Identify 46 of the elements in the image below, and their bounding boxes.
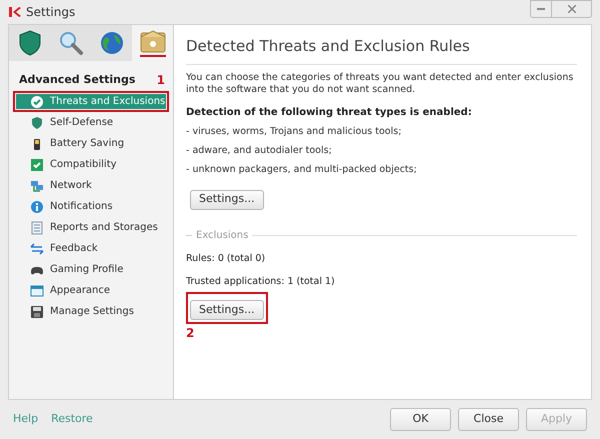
page-title: Detected Threats and Exclusion Rules (186, 35, 577, 64)
sidebar-item[interactable]: Reports and Storages (16, 220, 166, 235)
close-button[interactable] (552, 0, 592, 18)
network-icon (30, 178, 44, 192)
annotation-number: 2 (186, 325, 194, 342)
sidebar-item[interactable]: Feedback (16, 241, 166, 256)
sidebar-item[interactable]: Battery Saving (16, 136, 166, 151)
description-text: You can choose the categories of threats you want detected and enter exclusions into the software that you do not want scanned. (186, 72, 574, 96)
threat-type-text: - adware, and autodialer tools; (186, 144, 333, 158)
checkbox-icon (30, 158, 44, 172)
settings-button[interactable]: Settings... (190, 190, 264, 210)
detection-heading: Detection of the following threat types is enabled: (186, 106, 473, 120)
dialog-button[interactable]: OK (390, 408, 451, 431)
sidebar-item[interactable]: Notifications (16, 199, 166, 214)
minimize-icon (537, 8, 545, 10)
exclusions-legend: Exclusions (196, 228, 248, 242)
globe-icon (98, 30, 124, 56)
shield-icon (18, 30, 40, 56)
sidebar-item[interactable]: Manage Settings (16, 304, 166, 319)
app-logo-icon (8, 6, 22, 18)
info-icon (30, 200, 44, 214)
category-tab[interactable] (132, 25, 173, 61)
document-icon (30, 220, 44, 234)
sidebar-item[interactable]: Network (16, 178, 166, 193)
trusted-applications-text: Trusted applications: 1 (total 1) (186, 274, 336, 289)
shield-icon (30, 116, 44, 130)
folder-icon (140, 29, 166, 53)
search-icon (58, 30, 84, 56)
sidebar-item[interactable]: Self-Defense (16, 115, 166, 130)
sidebar-item[interactable]: Compatibility (16, 157, 166, 172)
settings-button[interactable]: Settings... (190, 300, 264, 320)
rules-text: Rules: 0 (total 0) (186, 252, 266, 266)
sidebar-item[interactable]: Gaming Profile (16, 262, 166, 277)
sidebar-item[interactable]: Threats and Exclusions (16, 94, 166, 109)
check-circle-icon (30, 94, 44, 108)
arrows-icon (30, 242, 44, 256)
sidebar-item[interactable]: Appearance (16, 283, 166, 298)
sidebar-heading: Advanced Settings (19, 72, 136, 88)
close-icon (568, 5, 576, 13)
dialog-button[interactable]: Close (458, 408, 519, 431)
annotation-number: 1 (156, 72, 165, 89)
window-title: Settings (26, 4, 76, 21)
minimize-button[interactable] (530, 0, 552, 18)
threat-type-text: - viruses, worms, Trojans and malicious tools; (186, 124, 402, 138)
threat-type-text: - unknown packagers, and multi-packed objects; (186, 163, 418, 177)
window-icon (30, 284, 44, 298)
